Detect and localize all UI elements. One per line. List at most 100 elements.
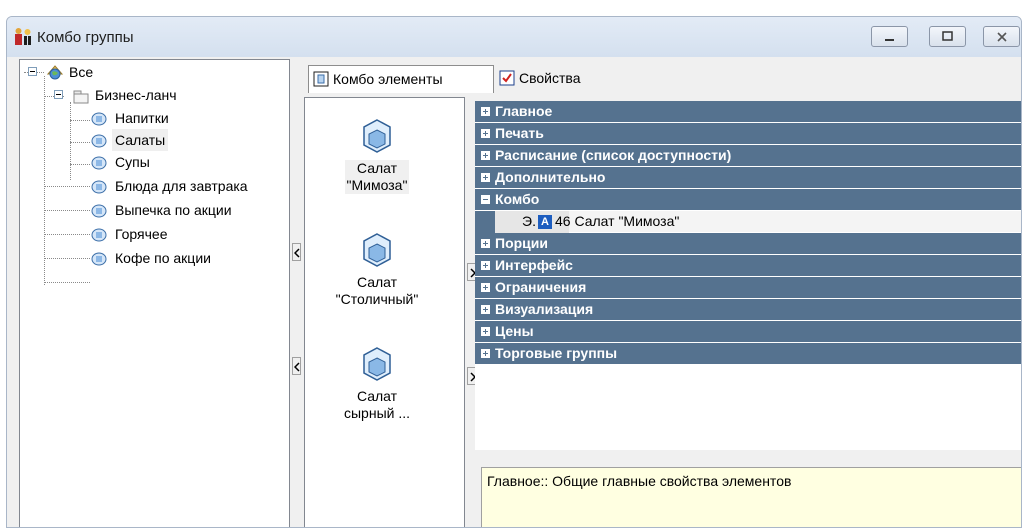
category-label: Главное <box>495 103 553 119</box>
combo-node-icon <box>91 112 107 126</box>
element-caption-line1: Салат <box>356 388 398 404</box>
element-item[interactable]: Салат сырный ... <box>317 346 437 422</box>
cube-icon <box>363 119 391 153</box>
property-description: Главное:: Общие главные свойства элемент… <box>481 467 1021 527</box>
group-tree[interactable]: Все Бизнес-ланч Напитки Салаты Супы Блюд… <box>19 59 290 527</box>
chevron-left-icon <box>294 362 300 372</box>
element-caption-line1: Салат <box>356 274 398 290</box>
element-caption: Салат "Столичный" <box>334 274 421 308</box>
properties-tab-icon <box>499 70 515 86</box>
category-combo[interactable]: Комбо <box>475 189 1021 211</box>
category-schedule[interactable]: Расписание (список доступности) <box>475 145 1021 167</box>
tree-node-business-lunch[interactable]: Бизнес-ланч <box>20 84 280 106</box>
tree-node-root[interactable]: Все <box>20 61 280 83</box>
combo-node-icon <box>91 204 107 218</box>
category-portions[interactable]: Порции <box>475 233 1021 255</box>
category-main[interactable]: Главное <box>475 101 1021 123</box>
category-label: Комбо <box>495 191 540 207</box>
close-icon <box>997 32 1007 42</box>
category-additional[interactable]: Дополнительно <box>475 167 1021 189</box>
tree-node-breakfast[interactable]: Блюда для завтрака <box>20 175 280 197</box>
combo-elements-panel[interactable]: Салат "Мимоза" Салат "Столичный" Салат сырн… <box>304 97 465 527</box>
combo-node-icon <box>91 180 107 194</box>
tree-node-salads[interactable]: Салаты <box>20 129 280 151</box>
category-label: Интерфейс <box>495 257 573 273</box>
title-bar[interactable]: Комбо группы <box>7 17 1021 57</box>
collapse-left-arrow-2[interactable] <box>292 357 301 375</box>
tab-label: Комбо элементы <box>333 71 443 87</box>
tree-node-drinks[interactable]: Напитки <box>20 107 280 129</box>
collapse-icon[interactable] <box>481 195 490 204</box>
expand-icon[interactable] <box>481 173 490 182</box>
combo-groups-window: Комбо группы Все Бизнес-ланч Напитки Сал… <box>6 16 1022 528</box>
cube-icon <box>363 233 391 267</box>
element-item[interactable]: Салат "Столичный" <box>317 232 437 308</box>
window-title: Комбо группы <box>37 29 134 46</box>
text-type-icon: A <box>538 215 552 229</box>
category-visualization[interactable]: Визуализация <box>475 299 1021 321</box>
category-print[interactable]: Печать <box>475 123 1021 145</box>
combo-tab-icon <box>313 71 329 87</box>
element-caption: Салат сырный ... <box>342 388 412 422</box>
combo-node-icon <box>91 134 107 148</box>
expand-icon[interactable] <box>481 305 490 314</box>
category-prices[interactable]: Цены <box>475 321 1021 343</box>
collapse-icon[interactable] <box>28 67 37 76</box>
chevron-left-icon <box>294 248 300 258</box>
expand-icon[interactable] <box>481 349 490 358</box>
category-interface[interactable]: Интерфейс <box>475 255 1021 277</box>
property-grid[interactable]: Главное Печать Расписание (список доступ… <box>475 101 1021 450</box>
element-caption-line2: "Столичный" <box>335 291 419 307</box>
tree-node-soups[interactable]: Супы <box>20 151 280 173</box>
row-gutter <box>475 211 495 233</box>
property-key: Э. <box>522 213 536 229</box>
element-caption: Салат "Мимоза" <box>344 160 410 194</box>
collapse-left-arrow[interactable] <box>292 243 301 261</box>
tab-combo-elements[interactable]: Комбо элементы <box>308 65 494 93</box>
world-folder-icon <box>46 65 64 80</box>
element-caption-line2: сырный ... <box>343 405 411 421</box>
tree-label: Супы <box>115 154 150 170</box>
tab-label: Свойства <box>519 70 581 86</box>
tree-label: Все <box>69 64 94 80</box>
minimize-icon <box>885 39 894 41</box>
maximize-button[interactable] <box>929 26 966 47</box>
minimize-button[interactable] <box>871 26 908 47</box>
collapse-icon[interactable] <box>54 90 63 99</box>
tree-node-hot[interactable]: Горячее <box>20 223 280 245</box>
maximize-icon <box>942 31 953 41</box>
category-label: Ограничения <box>495 279 587 295</box>
category-trade-groups[interactable]: Торговые группы <box>475 343 1021 365</box>
combo-node-icon <box>91 252 107 266</box>
property-value[interactable]: 46 Салат "Мимоза" <box>555 211 679 232</box>
expand-icon[interactable] <box>481 261 490 270</box>
cube-icon <box>363 347 391 381</box>
tree-label: Блюда для завтрака <box>115 178 248 194</box>
combo-property-row[interactable]: Э. A 46 Салат "Мимоза" <box>475 211 1021 233</box>
tree-node-pastry-promo[interactable]: Выпечка по акции <box>20 199 280 221</box>
combo-node-icon <box>91 156 107 170</box>
combo-node-icon <box>91 228 107 242</box>
expand-icon[interactable] <box>481 283 490 292</box>
tree-label: Напитки <box>115 110 169 126</box>
expand-icon[interactable] <box>481 107 490 116</box>
expand-icon[interactable] <box>481 151 490 160</box>
tree-label: Салаты <box>112 129 169 151</box>
category-label: Дополнительно <box>495 169 606 185</box>
category-label: Порции <box>495 235 548 251</box>
left-splitter[interactable] <box>292 97 302 527</box>
category-label: Расписание (список доступности) <box>495 147 732 163</box>
category-restrictions[interactable]: Ограничения <box>475 277 1021 299</box>
element-item[interactable]: Салат "Мимоза" <box>317 118 437 194</box>
category-label: Цены <box>495 323 534 339</box>
element-caption-line1: Салат <box>356 160 398 176</box>
expand-icon[interactable] <box>481 129 490 138</box>
expand-icon[interactable] <box>481 239 490 248</box>
expand-icon[interactable] <box>481 327 490 336</box>
element-caption-line2: "Мимоза" <box>346 177 408 193</box>
tree-label: Бизнес-ланч <box>95 87 177 103</box>
category-label: Печать <box>495 125 544 141</box>
tab-properties[interactable]: Свойства <box>495 65 635 91</box>
tree-node-coffee-promo[interactable]: Кофе по акции <box>20 247 280 269</box>
close-button[interactable] <box>983 26 1020 47</box>
